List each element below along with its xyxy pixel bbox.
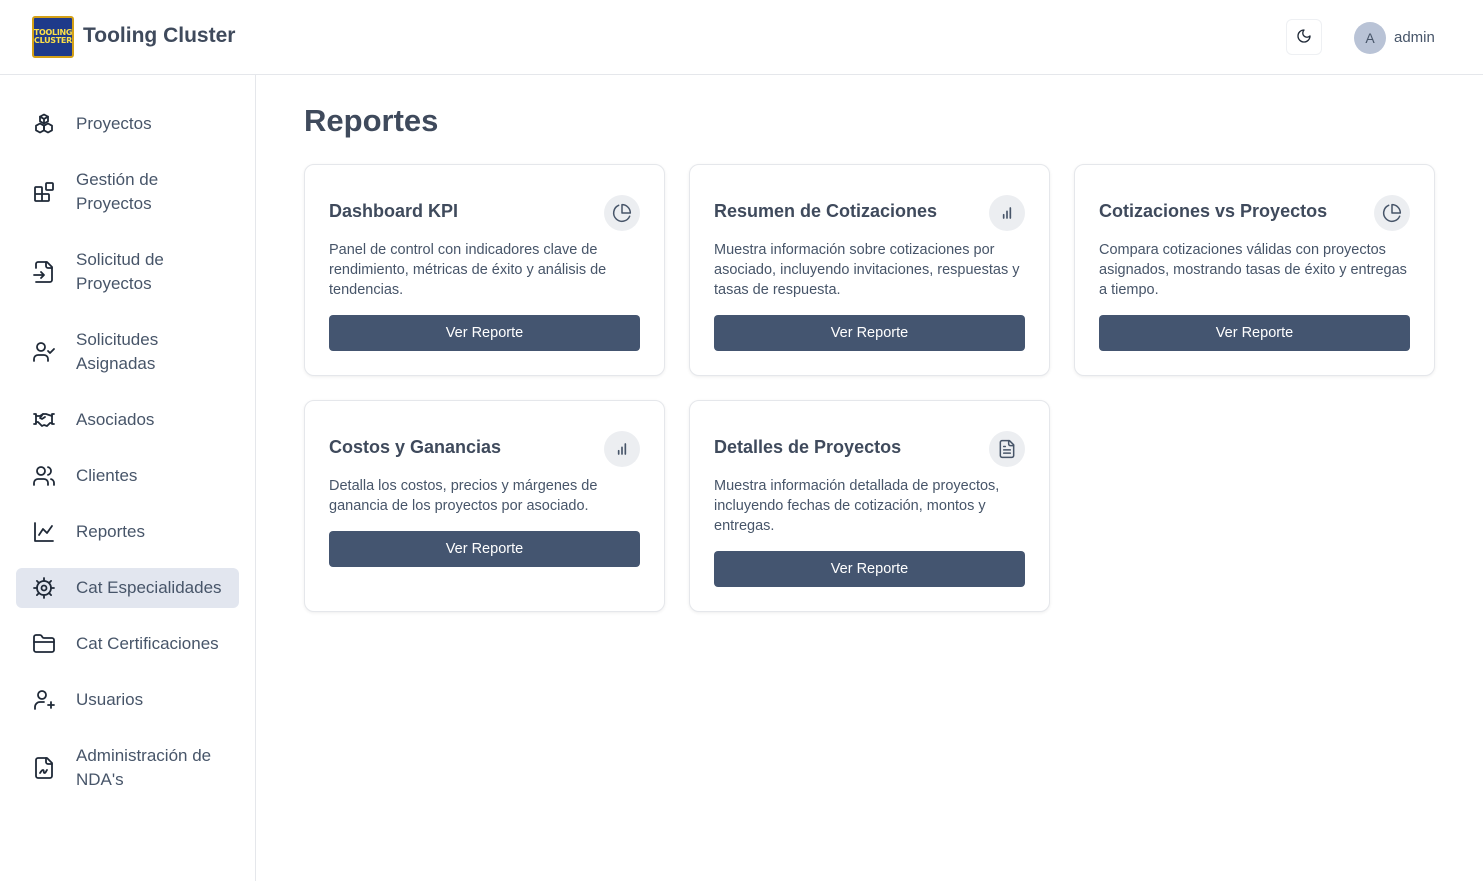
pie-chart-icon: [604, 195, 640, 231]
sidebar-item-label: Proyectos: [76, 114, 152, 133]
sidebar-item-solicitudes-asignadas[interactable]: Solicitudes Asignadas: [16, 328, 239, 376]
username-label[interactable]: admin: [1394, 29, 1435, 46]
sidebar-item-label: Cat Especialidades: [76, 578, 222, 597]
sidebar-item-cat-certificaciones[interactable]: Cat Certificaciones: [16, 620, 239, 668]
sidebar: Proyectos Gestión de Proyectos Solicitud…: [0, 75, 256, 881]
file-signature-icon: [32, 756, 56, 780]
sidebar-item-administracion-ndas[interactable]: Administración de NDA's: [16, 744, 239, 792]
report-card-resumen-cotizaciones: Resumen de Cotizaciones Muestra informac…: [689, 164, 1050, 376]
bar-chart-icon: [604, 431, 640, 467]
card-title: Dashboard KPI: [329, 201, 459, 221]
card-title: Costos y Ganancias: [329, 437, 502, 457]
ver-reporte-button[interactable]: Ver Reporte: [714, 551, 1025, 587]
top-header: TOOLING CLUSTER Tooling Cluster A admin: [0, 0, 1483, 75]
sidebar-item-reportes[interactable]: Reportes: [16, 508, 239, 556]
sidebar-item-clientes[interactable]: Clientes: [16, 452, 239, 500]
tooling-cluster-logo[interactable]: TOOLING CLUSTER: [32, 16, 74, 58]
folder-icon: [32, 632, 56, 656]
report-card-dashboard-kpi: Dashboard KPI Panel de control con indic…: [304, 164, 665, 376]
app-title[interactable]: Tooling Cluster: [83, 24, 235, 48]
card-description: Compara cotizaciones válidas con proyect…: [1099, 242, 1407, 298]
card-title: Detalles de Proyectos: [714, 437, 902, 457]
sidebar-item-label: Solicitud de Proyectos: [76, 250, 164, 293]
sidebar-item-proyectos[interactable]: Proyectos: [16, 100, 239, 148]
sidebar-item-cat-especialidades[interactable]: Cat Especialidades: [16, 568, 239, 608]
sidebar-item-label: Administración de NDA's: [76, 746, 212, 789]
moon-icon: [1296, 28, 1312, 47]
sidebar-item-label: Solicitudes Asignadas: [76, 330, 159, 373]
report-card-cotizaciones-vs-proyectos: Cotizaciones vs Proyectos Compara cotiza…: [1074, 164, 1435, 376]
ver-reporte-button[interactable]: Ver Reporte: [329, 315, 640, 351]
card-description: Muestra información detallada de proyect…: [714, 478, 1000, 534]
line-chart-icon: [32, 520, 56, 544]
sidebar-item-label: Gestión de Proyectos: [76, 170, 159, 213]
card-description: Detalla los costos, precios y márgenes d…: [329, 478, 598, 514]
sidebar-item-gestion-proyectos[interactable]: Gestión de Proyectos: [16, 168, 239, 216]
boxes-icon: [32, 112, 56, 136]
user-avatar[interactable]: A: [1354, 22, 1386, 54]
sidebar-item-label: Asociados: [76, 410, 155, 429]
cog-icon: [32, 576, 56, 600]
sidebar-item-label: Clientes: [76, 466, 138, 485]
ver-reporte-button[interactable]: Ver Reporte: [329, 531, 640, 567]
card-title: Cotizaciones vs Proyectos: [1099, 201, 1328, 221]
users-icon: [32, 464, 56, 488]
logo-text-line-2: CLUSTER: [34, 36, 72, 45]
pie-chart-icon: [1374, 195, 1410, 231]
theme-toggle-button[interactable]: [1286, 19, 1322, 55]
sidebar-item-label: Cat Certificaciones: [76, 634, 219, 653]
sidebar-item-label: Usuarios: [76, 690, 144, 709]
card-description: Panel de control con indicadores clave d…: [329, 242, 607, 298]
blocks-icon: [32, 180, 56, 204]
card-description: Muestra información sobre cotizaciones p…: [714, 242, 1020, 298]
report-card-costos-ganancias: Costos y Ganancias Detalla los costos, p…: [304, 400, 665, 612]
user-check-icon: [32, 340, 56, 364]
handshake-icon: [32, 408, 56, 432]
sidebar-item-usuarios[interactable]: Usuarios: [16, 676, 239, 724]
file-text-icon: [989, 431, 1025, 467]
ver-reporte-button[interactable]: Ver Reporte: [1099, 315, 1410, 351]
ver-reporte-button[interactable]: Ver Reporte: [714, 315, 1025, 351]
bar-chart-icon: [989, 195, 1025, 231]
sidebar-item-label: Reportes: [76, 522, 145, 541]
sidebar-item-asociados[interactable]: Asociados: [16, 396, 239, 444]
page-title: Reportes: [304, 103, 439, 138]
file-input-icon: [32, 260, 56, 284]
card-title: Resumen de Cotizaciones: [714, 201, 938, 221]
report-card-detalles-proyectos: Detalles de Proyectos Muestra informació…: [689, 400, 1050, 612]
user-plus-icon: [32, 688, 56, 712]
sidebar-item-solicitud-proyectos[interactable]: Solicitud de Proyectos: [16, 248, 239, 296]
